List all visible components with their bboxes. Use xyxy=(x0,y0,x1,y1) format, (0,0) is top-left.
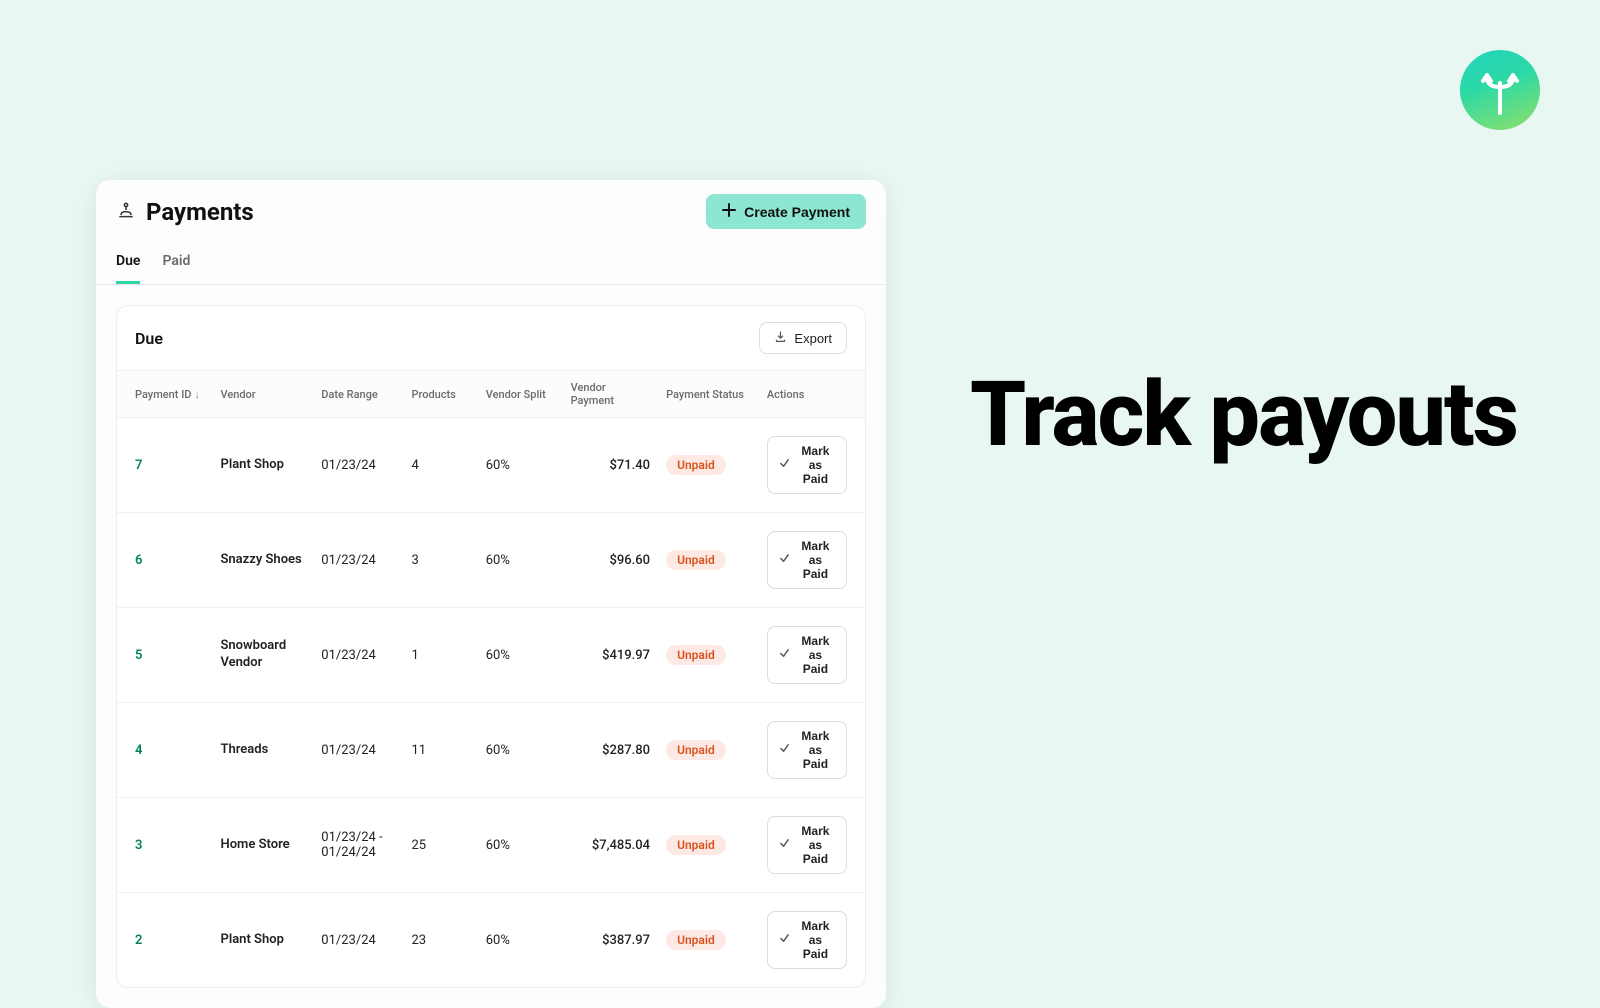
mark-as-paid-button[interactable]: Mark as Paid xyxy=(767,911,847,969)
col-payment-status[interactable]: Payment Status xyxy=(658,371,759,418)
vendor-name: Snowboard Vendor xyxy=(220,638,305,672)
col-date-range[interactable]: Date Range xyxy=(313,371,403,418)
mark-as-paid-button[interactable]: Mark as Paid xyxy=(767,531,847,589)
tabs: Due Paid xyxy=(96,235,886,285)
check-icon xyxy=(779,933,790,947)
table-row: 6 Snazzy Shoes 01/23/24360%$96.60 Unpaid Mar… xyxy=(117,513,865,608)
vendor-payment-amount: $287.80 xyxy=(563,703,658,798)
mark-as-paid-button[interactable]: Mark as Paid xyxy=(767,436,847,494)
products-count: 1 xyxy=(403,608,477,703)
products-count: 11 xyxy=(403,703,477,798)
vendor-split: 60% xyxy=(478,703,563,798)
vendor-payment-amount: $387.97 xyxy=(563,893,658,988)
payment-id-link[interactable]: 5 xyxy=(135,648,142,663)
vendor-split: 60% xyxy=(478,893,563,988)
vendor-split: 60% xyxy=(478,513,563,608)
table-row: 4 Threads 01/23/241160%$287.80 Unpaid Mark a… xyxy=(117,703,865,798)
vendor-name: Home Store xyxy=(220,837,305,854)
col-products[interactable]: Products xyxy=(403,371,477,418)
mark-as-paid-label: Mark as Paid xyxy=(796,444,835,486)
status-badge: Unpaid xyxy=(666,455,726,475)
brand-logo xyxy=(1460,50,1540,130)
create-payment-label: Create Payment xyxy=(744,204,850,220)
date-range: 01/23/24 xyxy=(313,513,403,608)
col-vendor-payment[interactable]: Vendor Payment xyxy=(563,371,658,418)
date-range: 01/23/24 xyxy=(313,418,403,513)
mark-as-paid-label: Mark as Paid xyxy=(796,824,835,866)
export-icon xyxy=(774,330,787,346)
products-count: 25 xyxy=(403,798,477,893)
vendor-payment-amount: $7,485.04 xyxy=(563,798,658,893)
products-count: 23 xyxy=(403,893,477,988)
table-row: 5 Snowboard Vendor01/23/24160%$419.97 Unpa… xyxy=(117,608,865,703)
payment-id-link[interactable]: 2 xyxy=(135,933,142,948)
card-header: Payments Create Payment xyxy=(96,180,886,235)
trident-icon xyxy=(1475,65,1525,115)
col-payment-id[interactable]: Payment ID↓ xyxy=(117,371,212,418)
payments-card: Payments Create Payment Due Paid Due Exp… xyxy=(96,180,886,1008)
payment-id-link[interactable]: 7 xyxy=(135,458,142,473)
status-badge: Unpaid xyxy=(666,550,726,570)
vendor-name: Plant Shop xyxy=(220,457,305,474)
payment-id-link[interactable]: 4 xyxy=(135,743,142,758)
vendor-name: Threads xyxy=(220,742,305,759)
vendor-payment-amount: $96.60 xyxy=(563,513,658,608)
mark-as-paid-label: Mark as Paid xyxy=(796,634,835,676)
date-range: 01/23/24 xyxy=(313,893,403,988)
plus-icon xyxy=(722,203,736,220)
status-badge: Unpaid xyxy=(666,740,726,760)
vendor-name: Snazzy Shoes xyxy=(220,552,305,569)
vendor-split: 60% xyxy=(478,798,563,893)
table-row: 3 Home Store 01/23/24 - 01/24/242560%$7,48… xyxy=(117,798,865,893)
mark-as-paid-button[interactable]: Mark as Paid xyxy=(767,626,847,684)
date-range: 01/23/24 xyxy=(313,608,403,703)
mark-as-paid-label: Mark as Paid xyxy=(796,919,835,961)
date-range: 01/23/24 - 01/24/24 xyxy=(313,798,403,893)
payments-icon xyxy=(116,200,136,224)
payment-id-link[interactable]: 6 xyxy=(135,553,142,568)
mark-as-paid-button[interactable]: Mark as Paid xyxy=(767,816,847,874)
payment-id-link[interactable]: 3 xyxy=(135,838,142,853)
payments-table: Payment ID↓ Vendor Date Range Products V… xyxy=(117,370,865,987)
mark-as-paid-label: Mark as Paid xyxy=(796,539,835,581)
export-button[interactable]: Export xyxy=(759,322,847,354)
table-row: 7 Plant Shop 01/23/24460%$71.40 Unpaid Mark … xyxy=(117,418,865,513)
products-count: 3 xyxy=(403,513,477,608)
panel-title: Due xyxy=(135,329,163,348)
date-range: 01/23/24 xyxy=(313,703,403,798)
products-count: 4 xyxy=(403,418,477,513)
table-row: 2 Plant Shop 01/23/242360%$387.97 Unpaid Mar… xyxy=(117,893,865,988)
check-icon xyxy=(779,458,790,472)
col-vendor-split[interactable]: Vendor Split xyxy=(478,371,563,418)
col-actions: Actions xyxy=(759,371,865,418)
vendor-payment-amount: $419.97 xyxy=(563,608,658,703)
export-label: Export xyxy=(794,331,832,346)
col-vendor[interactable]: Vendor xyxy=(212,371,313,418)
tab-due[interactable]: Due xyxy=(116,243,140,284)
check-icon xyxy=(779,648,790,662)
create-payment-button[interactable]: Create Payment xyxy=(706,194,866,229)
vendor-split: 60% xyxy=(478,608,563,703)
check-icon xyxy=(779,553,790,567)
vendor-split: 60% xyxy=(478,418,563,513)
status-badge: Unpaid xyxy=(666,835,726,855)
col-payment-id-label: Payment ID xyxy=(135,388,192,401)
sort-desc-icon: ↓ xyxy=(195,390,200,401)
due-panel: Due Export Payment ID↓ Vendor Date Range xyxy=(116,305,866,988)
mark-as-paid-button[interactable]: Mark as Paid xyxy=(767,721,847,779)
vendor-payment-amount: $71.40 xyxy=(563,418,658,513)
page-title: Payments xyxy=(146,198,254,226)
marketing-headline: Track payouts xyxy=(970,370,1517,460)
check-icon xyxy=(779,838,790,852)
status-badge: Unpaid xyxy=(666,930,726,950)
status-badge: Unpaid xyxy=(666,645,726,665)
tab-paid[interactable]: Paid xyxy=(162,243,190,284)
panel-header: Due Export xyxy=(117,306,865,370)
mark-as-paid-label: Mark as Paid xyxy=(796,729,835,771)
vendor-name: Plant Shop xyxy=(220,932,305,949)
check-icon xyxy=(779,743,790,757)
